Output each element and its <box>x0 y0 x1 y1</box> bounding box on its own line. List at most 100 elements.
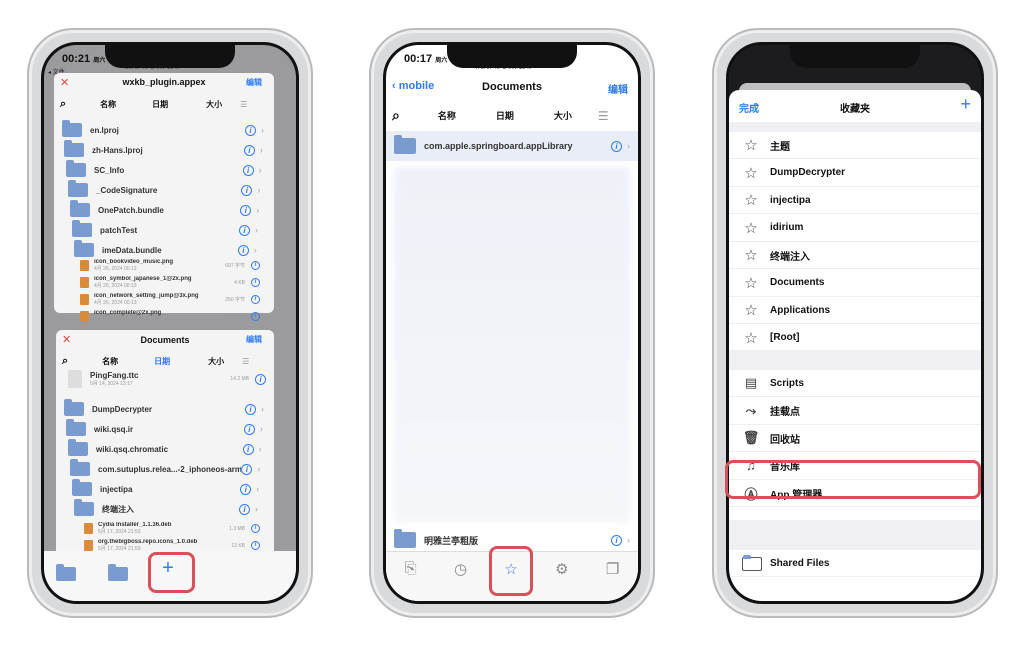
tool-item[interactable]: 🗑 回收站 <box>729 425 981 452</box>
card-documents[interactable]: ✕ Documents 编辑 ⌕ 名称 日期 大小 ☰ PingFang.ttc… <box>56 330 274 570</box>
info-icon[interactable]: i <box>239 224 250 236</box>
tool-item[interactable]: ⤳ 挂载点 <box>729 398 981 425</box>
sort-size[interactable]: 大小 <box>206 99 222 110</box>
info-icon[interactable]: i <box>611 534 622 546</box>
search-icon[interactable]: ⌕ <box>392 107 400 124</box>
file-date: 5月 17, 2024 21:53 <box>98 529 141 535</box>
folder-row[interactable]: 终端注入 i › <box>74 499 258 516</box>
file-size: 761 字节 <box>225 314 245 320</box>
folder-row[interactable]: OnePatch.bundle i › <box>70 200 259 217</box>
folder-row[interactable]: injectipa i › <box>72 479 259 496</box>
sort-size[interactable]: 大小 <box>554 109 572 122</box>
info-icon[interactable]: i <box>240 204 252 216</box>
file-row[interactable]: icon_complete@2x.png 4月 26, 2024 00:13 761… <box>80 310 260 323</box>
folder-row[interactable]: _CodeSignature i › <box>68 180 260 197</box>
info-icon[interactable]: i <box>251 295 260 304</box>
file-row[interactable]: icon_bookvideo_music.png 4月 26, 2024 00:1… <box>80 259 260 272</box>
file-date: 4月 26, 2024 00:13 <box>94 266 137 272</box>
folder-name: en.lproj <box>90 125 119 135</box>
info-icon[interactable]: i <box>255 373 266 385</box>
folder-icon <box>70 459 90 476</box>
app-folder-icon[interactable] <box>56 563 76 581</box>
file-icon <box>80 260 89 271</box>
folder-row[interactable]: zh-Hans.lproj i › <box>64 140 263 157</box>
folder-row[interactable]: SC_Info i › <box>66 160 262 177</box>
info-icon[interactable]: i <box>251 278 260 287</box>
info-icon[interactable]: i <box>239 503 250 515</box>
info-icon[interactable]: i <box>241 463 253 475</box>
sort-name[interactable]: 名称 <box>102 356 118 367</box>
list-view-icon[interactable]: ☰ <box>240 100 247 109</box>
folder-name: com.apple.springboard.appLibrary <box>424 141 573 151</box>
chevron-right-icon: › <box>627 535 630 545</box>
sort-date[interactable]: 日期 <box>152 99 168 110</box>
info-icon[interactable]: i <box>251 541 260 550</box>
info-icon[interactable]: i <box>611 140 622 152</box>
folder-name: OnePatch.bundle <box>98 205 164 215</box>
file-icon <box>84 540 93 551</box>
tool-item[interactable]: ▤ Scripts <box>729 370 981 397</box>
edit-button[interactable]: 编辑 <box>246 334 262 345</box>
music-folder-icon[interactable] <box>108 563 129 581</box>
favorite-item[interactable]: ☆ [Root] <box>729 325 981 352</box>
info-icon[interactable]: i <box>243 144 255 156</box>
gear-icon[interactable]: ⚙ <box>555 560 568 601</box>
info-icon[interactable]: i <box>243 423 255 435</box>
chevron-right-icon: › <box>259 424 263 434</box>
search-icon[interactable]: ⌕ <box>62 355 68 368</box>
list-view-icon[interactable]: ☰ <box>598 109 609 123</box>
favorite-item[interactable]: ☆ 主题 <box>729 132 981 159</box>
favorite-item[interactable]: ☆ Applications <box>729 297 981 324</box>
folder-row[interactable]: com.sutuplus.relea...-2_iphoneos-arm64 i › <box>70 459 260 476</box>
file-row[interactable]: PingFang.ttc 5月 14, 2024 13:17 14.2 MB i <box>68 370 266 388</box>
file-row[interactable]: Cydia Installer_1.1.36.deb 5月 17, 2024 21… <box>84 522 260 535</box>
sort-date[interactable]: 日期 <box>496 109 514 122</box>
search-icon[interactable]: ⌕ <box>60 98 66 111</box>
star-icon: ☆ <box>744 302 758 319</box>
favorite-item[interactable]: ☆ Documents <box>729 270 981 297</box>
folder-icon <box>394 135 416 154</box>
sort-name[interactable]: 名称 <box>100 99 116 110</box>
info-icon[interactable]: i <box>242 443 254 455</box>
info-icon[interactable]: i <box>242 164 254 176</box>
file-row[interactable]: icon_symbol_japanese_1@2x.png 4月 26, 2024… <box>80 276 260 289</box>
chevron-right-icon: › <box>253 245 257 255</box>
info-icon[interactable]: i <box>240 483 252 495</box>
edit-button[interactable]: 编辑 <box>246 77 262 88</box>
sort-date[interactable]: 日期 <box>154 356 170 367</box>
favorite-item[interactable]: ☆ idirium <box>729 215 981 242</box>
shared-files-item[interactable]: Shared Files <box>729 550 981 577</box>
clipboard-icon[interactable]: ⎘ <box>405 560 417 601</box>
info-icon[interactable]: i <box>241 184 253 196</box>
add-button[interactable]: + <box>960 94 971 115</box>
list-view-icon[interactable]: ☰ <box>242 357 249 366</box>
chevron-right-icon: › <box>261 125 264 135</box>
folder-row[interactable]: imeData.bundle i › <box>74 240 257 257</box>
card-wxkb[interactable]: ✕ wxkb_plugin.appex 编辑 ⌕ 名称 日期 大小 ☰ en.l… <box>54 73 274 323</box>
info-icon[interactable]: i <box>251 261 260 270</box>
info-icon[interactable]: i <box>251 312 260 321</box>
windows-icon[interactable]: ❐ <box>606 560 619 601</box>
folder-row[interactable]: com.apple.springboard.appLibrary i › <box>386 131 638 161</box>
documents-screen: 00:17 周六 473Ah 40°C 0W 15% ‹ mobile Docu… <box>383 42 641 604</box>
info-icon[interactable]: i <box>237 244 249 256</box>
info-icon[interactable]: i <box>245 124 256 136</box>
notch <box>790 45 920 68</box>
folder-row[interactable]: wiki.qsq.chromatic i › <box>68 439 262 456</box>
clock-icon[interactable]: ◷ <box>454 560 467 601</box>
folder-row[interactable]: wiki.qsq.ir i › <box>66 419 263 436</box>
sort-size[interactable]: 大小 <box>208 356 224 367</box>
favorite-item[interactable]: ☆ DumpDecrypter <box>729 160 981 187</box>
item-label: Documents <box>770 277 825 288</box>
favorite-item[interactable]: ☆ 终端注入 <box>729 242 981 269</box>
folder-row[interactable]: en.lproj i › <box>62 120 264 137</box>
file-row[interactable]: icon_network_setting_jump@3x.png 4月 26, 2… <box>80 293 260 306</box>
nav-title: Documents <box>482 81 542 93</box>
info-icon[interactable]: i <box>251 524 260 533</box>
sort-name[interactable]: 名称 <box>438 109 456 122</box>
info-icon[interactable]: i <box>245 403 256 415</box>
folder-row[interactable]: DumpDecrypter i › <box>64 399 264 416</box>
folder-row[interactable]: patchTest i › <box>72 220 258 237</box>
edit-button[interactable]: 编辑 <box>608 81 628 96</box>
favorite-item[interactable]: ☆ injectipa <box>729 187 981 214</box>
